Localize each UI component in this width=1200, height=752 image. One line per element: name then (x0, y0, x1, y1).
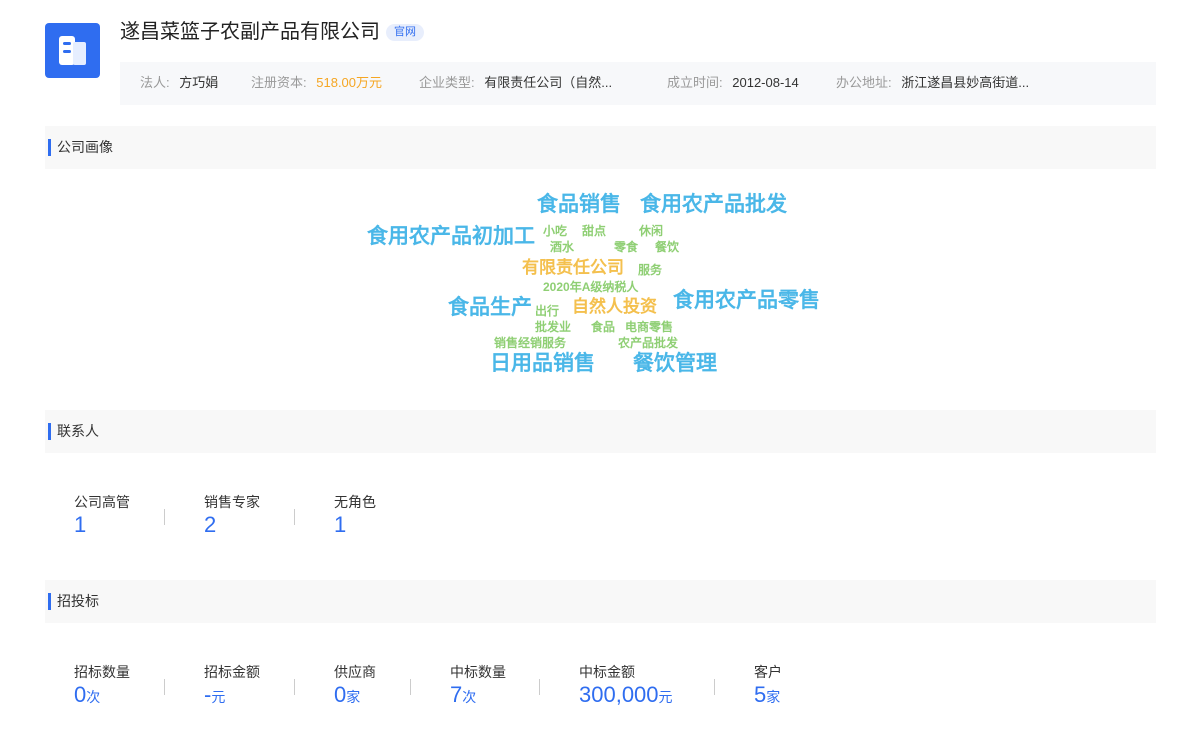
registered-capital-value: 518.00万元 (316, 75, 383, 90)
divider (164, 509, 165, 525)
stat-value: 2 (204, 512, 217, 537)
cloud-word: 食用农产品批发 (640, 193, 787, 216)
stat-label: 公司高管 (74, 494, 130, 510)
divider (539, 679, 540, 695)
stat-label: 无角色 (334, 494, 376, 510)
office-address-label: 办公地址: (836, 75, 892, 90)
company-type-label: 企业类型: (419, 75, 475, 90)
cloud-word: 食品生产 (448, 296, 532, 319)
cloud-word: 休闲 (639, 224, 664, 238)
contact-stat-no-role[interactable]: 无角色 1 (334, 493, 376, 537)
company-type: 企业类型: 有限责任公司（自然... (419, 75, 612, 91)
divider (164, 679, 165, 695)
stat-value: -元 (204, 682, 226, 707)
divider (294, 509, 295, 525)
bidding-stat-won-count[interactable]: 中标数量 7次 (450, 663, 506, 709)
divider (294, 679, 295, 695)
stat-value: 0家 (334, 682, 361, 707)
founded-date-label: 成立时间: (667, 75, 723, 90)
contact-stat-executives[interactable]: 公司高管 1 (74, 493, 130, 537)
cloud-word: 电商零售 (625, 320, 674, 334)
cloud-word: 服务 (638, 263, 663, 277)
stat-value: 1 (334, 512, 347, 537)
stat-label: 招标金额 (204, 664, 260, 680)
cloud-word: 零食 (614, 240, 639, 254)
stat-label: 中标金额 (579, 664, 635, 680)
cloud-word: 2020年A级纳税人 (543, 280, 639, 294)
cloud-word: 甜点 (582, 224, 607, 238)
company-logo (45, 23, 100, 78)
cloud-word: 小吃 (543, 224, 568, 238)
bidding-stat-won-amount[interactable]: 中标金额 300,000元 (579, 663, 673, 709)
bidding-stat-tender-count[interactable]: 招标数量 0次 (74, 663, 130, 709)
stat-label: 销售专家 (204, 494, 260, 510)
tag-word-cloud: 食品销售 食用农产品批发 食用农产品初加工 小吃 甜点 休闲 酒水 零食 餐饮 … (0, 0, 1200, 752)
divider (714, 679, 715, 695)
cloud-word: 有限责任公司 (522, 258, 624, 277)
cloud-word: 食品 (591, 320, 616, 334)
office-address: 办公地址: 浙江遂昌县妙高街道... (836, 75, 1029, 91)
official-site-badge[interactable]: 官网 (386, 24, 424, 41)
stat-value: 300,000元 (579, 682, 673, 707)
divider (410, 679, 411, 695)
stat-label: 供应商 (334, 664, 376, 680)
stat-value: 7次 (450, 682, 477, 707)
bidding-stat-tender-amount[interactable]: 招标金额 -元 (204, 663, 260, 709)
cloud-word: 销售经销服务 (494, 336, 567, 350)
cloud-word: 农产品批发 (618, 336, 679, 350)
cloud-word: 食品销售 (537, 193, 621, 216)
registered-capital-label: 注册资本: (251, 75, 307, 90)
stat-value: 5家 (754, 682, 781, 707)
cloud-word: 日用品销售 (490, 352, 595, 375)
cloud-word: 批发业 (535, 320, 572, 334)
bidding-stat-suppliers[interactable]: 供应商 0家 (334, 663, 376, 709)
office-address-value: 浙江遂昌县妙高街道... (901, 75, 1030, 90)
stat-value: 1 (74, 512, 87, 537)
company-name-text: 遂昌菜篮子农副产品有限公司 (120, 21, 380, 43)
stat-value: 0次 (74, 682, 101, 707)
stat-label: 中标数量 (450, 664, 506, 680)
cloud-word: 出行 (535, 304, 560, 318)
cloud-word: 自然人投资 (572, 297, 657, 316)
legal-rep-label: 法人: (140, 75, 170, 90)
section-bidding-title: 招投标 (57, 593, 99, 609)
contact-stat-sales-experts[interactable]: 销售专家 2 (204, 493, 260, 537)
cloud-word: 餐饮管理 (633, 352, 717, 375)
company-type-value: 有限责任公司（自然... (484, 75, 613, 90)
cloud-word: 食用农产品初加工 (367, 225, 535, 248)
bidding-stat-customers[interactable]: 客户 5家 (754, 663, 782, 709)
section-contacts-title: 联系人 (57, 423, 99, 439)
founded-date: 成立时间: 2012-08-14 (667, 75, 799, 91)
cloud-word: 餐饮 (655, 240, 680, 254)
cloud-word: 食用农产品零售 (673, 289, 820, 312)
cloud-word: 酒水 (550, 240, 575, 254)
company-name: 遂昌菜篮子农副产品有限公司 官网 (120, 19, 424, 45)
section-contacts: 联系人 (45, 410, 1156, 453)
stat-label: 客户 (754, 664, 782, 680)
legal-rep: 法人: 方巧娟 (140, 75, 218, 91)
founded-date-value: 2012-08-14 (732, 75, 799, 90)
company-info-bar: 法人: 方巧娟 注册资本: 518.00万元 企业类型: 有限责任公司（自然..… (120, 62, 1156, 105)
section-company-profile-title: 公司画像 (57, 139, 113, 155)
registered-capital: 注册资本: 518.00万元 (251, 75, 382, 91)
stat-label: 招标数量 (74, 664, 130, 680)
section-company-profile: 公司画像 (45, 126, 1156, 169)
legal-rep-value[interactable]: 方巧娟 (179, 75, 218, 90)
section-bidding: 招投标 (45, 580, 1156, 623)
